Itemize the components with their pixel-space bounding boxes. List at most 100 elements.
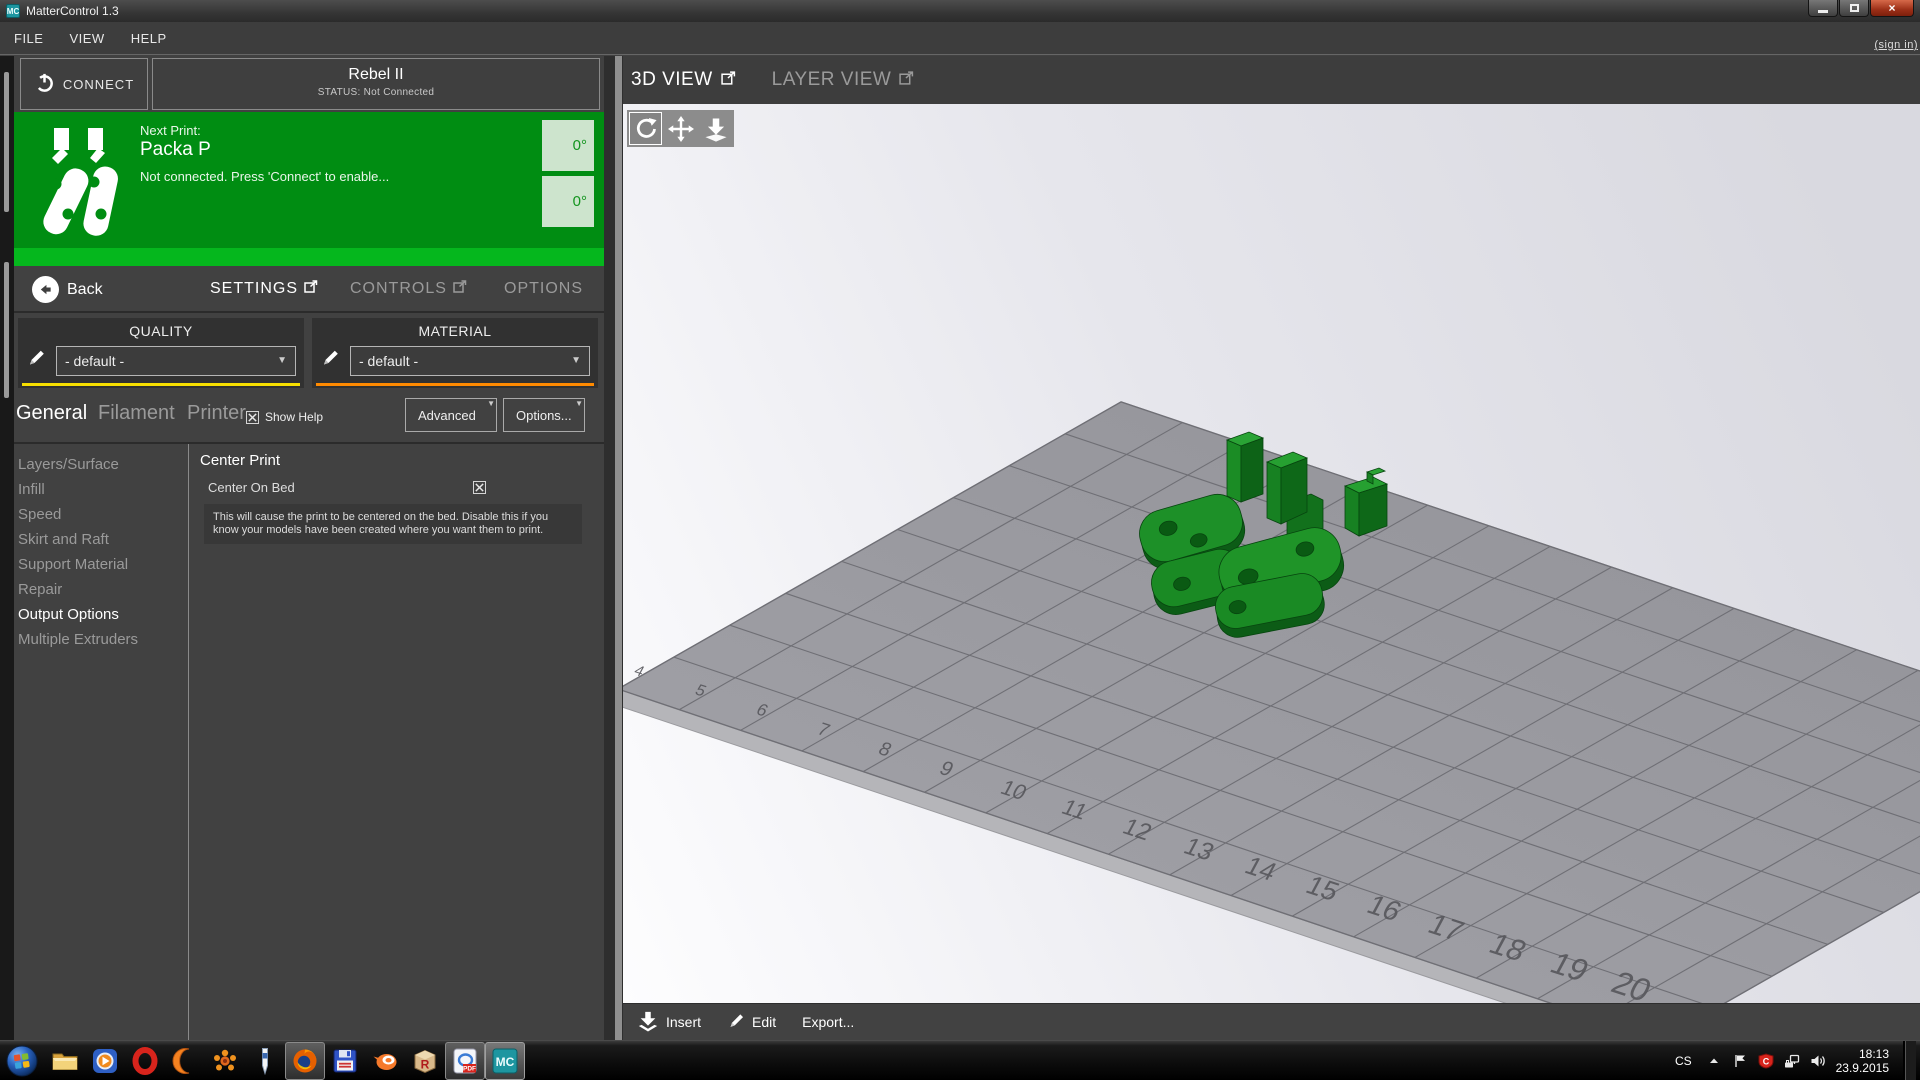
svg-text:R: R <box>421 1058 430 1072</box>
print-queue-panel[interactable]: Next Print: Packa P Not connected. Press… <box>14 112 604 266</box>
taskbar-icon-file-manager[interactable] <box>325 1042 365 1080</box>
quality-title: QUALITY <box>18 318 304 339</box>
settings-category-list: Layers/SurfaceInfillSpeedSkirt and RaftS… <box>16 452 184 652</box>
tab-3d-view[interactable]: 3D VIEW <box>631 69 736 91</box>
show-desktop-button[interactable] <box>1903 1041 1916 1080</box>
maximize-button[interactable] <box>1839 0 1869 17</box>
chevron-down-icon: ▼ <box>571 355 581 366</box>
center-on-bed-checkbox[interactable] <box>473 481 486 494</box>
popout-icon <box>453 280 467 298</box>
menu-help[interactable]: HELP <box>131 31 167 46</box>
back-button[interactable]: Back <box>32 276 103 303</box>
svg-text:PDF: PDF <box>463 1066 476 1073</box>
export-button[interactable]: Export... <box>802 1014 854 1030</box>
window-title: MatterControl 1.3 <box>26 4 119 18</box>
queue-item[interactable]: Next Print: Packa P Not connected. Press… <box>14 112 604 248</box>
hidden-icons-arrow[interactable] <box>1706 1053 1722 1069</box>
minimize-button[interactable] <box>1808 0 1838 17</box>
insert-button[interactable]: Insert <box>637 1010 701 1035</box>
taskbar-icon-folder-app[interactable] <box>45 1042 85 1080</box>
tab-filament[interactable]: Filament <box>98 402 175 425</box>
printer-selector[interactable]: Rebel II STATUS: Not Connected <box>152 58 600 110</box>
windows-taskbar: R PDF MC CS C 18:13 23.9.2015 <box>0 1040 1920 1080</box>
settings-nav-item[interactable]: Speed <box>16 502 184 527</box>
divider <box>188 444 189 1040</box>
settings-nav-item[interactable]: Multiple Extruders <box>16 627 184 652</box>
window-titlebar[interactable]: MC MatterControl 1.3 × <box>0 0 1920 22</box>
control-panel: CONNECT Rebel II STATUS: Not Connected <box>14 56 604 1040</box>
3d-canvas[interactable]: 4567891011121314151617181920 <box>623 104 1920 1003</box>
settings-nav-item[interactable]: Skirt and Raft <box>16 527 184 552</box>
taskbar-icon-blender[interactable] <box>365 1042 405 1080</box>
taskbar-icon-photo-viewer[interactable] <box>205 1042 245 1080</box>
insert-icon <box>637 1010 659 1035</box>
part-thumbnail-icon <box>38 118 126 251</box>
chevron-down-icon: ▼ <box>575 399 583 408</box>
chevron-down-icon: ▼ <box>277 355 287 366</box>
settings-tab-row: General Filament Printer Show Help Advan… <box>14 394 604 442</box>
options-button[interactable]: Options... ▼ <box>503 398 585 432</box>
advanced-button[interactable]: Advanced ▼ <box>405 398 497 432</box>
material-dropdown[interactable]: - default - ▼ <box>350 346 590 376</box>
menu-file[interactable]: FILE <box>14 31 43 46</box>
taskbar-icon-pen-tool[interactable] <box>245 1042 285 1080</box>
sign-in-link[interactable]: (sign in) <box>1874 39 1918 51</box>
volume-icon[interactable] <box>1810 1053 1826 1069</box>
material-preset-box: MATERIAL - default - ▼ <box>312 318 598 388</box>
edit-pencil-icon[interactable] <box>26 348 48 373</box>
settings-nav-item[interactable]: Repair <box>16 577 184 602</box>
view-tabs: 3D VIEW LAYER VIEW <box>623 56 1920 104</box>
connect-button[interactable]: CONNECT <box>20 58 148 110</box>
taskbar-icon-opera-browser[interactable] <box>125 1042 165 1080</box>
material-title: MATERIAL <box>312 318 598 339</box>
setting-group-title: Center Print <box>200 444 598 469</box>
queue-status-message: Not connected. Press 'Connect' to enable… <box>140 169 389 184</box>
taskbar-icon-pdf-viewer[interactable]: PDF <box>445 1042 485 1080</box>
antivirus-shield-icon[interactable]: C <box>1758 1053 1774 1069</box>
scale-tool-button[interactable] <box>699 112 732 145</box>
settings-nav-item[interactable]: Layers/Surface <box>16 452 184 477</box>
edit-button[interactable]: Edit <box>727 1012 776 1033</box>
tab-controls[interactable]: CONTROLS <box>350 280 467 298</box>
back-arrow-icon <box>32 276 59 303</box>
action-center-flag-icon[interactable] <box>1732 1053 1748 1069</box>
side-scrollbar-handle[interactable] <box>4 262 9 398</box>
tab-options[interactable]: OPTIONS <box>504 280 583 298</box>
taskbar-icon-mattercontrol[interactable]: MC <box>485 1042 525 1080</box>
tab-general[interactable]: General <box>16 402 87 425</box>
tab-layer-view[interactable]: LAYER VIEW <box>772 69 915 91</box>
network-icon[interactable] <box>1784 1053 1800 1069</box>
taskbar-icon-r-toolbox[interactable]: R <box>405 1042 445 1080</box>
splitter-handle[interactable] <box>615 56 622 1040</box>
clock-time: 18:13 <box>1836 1047 1889 1061</box>
start-button[interactable] <box>5 1044 39 1078</box>
bed-temperature[interactable]: 0° <box>542 176 594 227</box>
move-tool-button[interactable] <box>664 112 697 145</box>
side-scrollbar-handle[interactable] <box>4 72 9 212</box>
rotate-tool-button[interactable] <box>629 112 662 145</box>
material-accent-bar <box>316 383 594 386</box>
tab-settings[interactable]: SETTINGS <box>210 280 318 298</box>
tab-printer[interactable]: Printer <box>187 402 246 425</box>
view-panel: 3D VIEW LAYER VIEW 456789101112131415161… <box>623 56 1920 1040</box>
taskbar-icon-media-player[interactable] <box>85 1042 125 1080</box>
checkbox-checked-icon <box>246 411 259 424</box>
taskbar-icon-audio-app[interactable] <box>165 1042 205 1080</box>
printer-status: STATUS: Not Connected <box>153 87 599 98</box>
show-help-checkbox[interactable]: Show Help <box>246 410 323 424</box>
edit-pencil-icon[interactable] <box>320 348 342 373</box>
settings-nav-item[interactable]: Infill <box>16 477 184 502</box>
close-button[interactable]: × <box>1870 0 1914 17</box>
language-indicator[interactable]: CS <box>1671 1054 1696 1068</box>
settings-nav-item[interactable]: Output Options <box>16 602 184 627</box>
extruder-temperature[interactable]: 0° <box>542 120 594 171</box>
view-toolbar <box>627 110 734 147</box>
menu-view[interactable]: VIEW <box>69 31 104 46</box>
chevron-down-icon: ▼ <box>487 399 495 408</box>
divider <box>14 311 604 313</box>
taskbar-icon-firefox[interactable] <box>285 1042 325 1080</box>
queue-side-strip <box>0 56 14 1040</box>
settings-nav-item[interactable]: Support Material <box>16 552 184 577</box>
taskbar-clock[interactable]: 18:13 23.9.2015 <box>1836 1047 1893 1075</box>
quality-dropdown[interactable]: - default - ▼ <box>56 346 296 376</box>
